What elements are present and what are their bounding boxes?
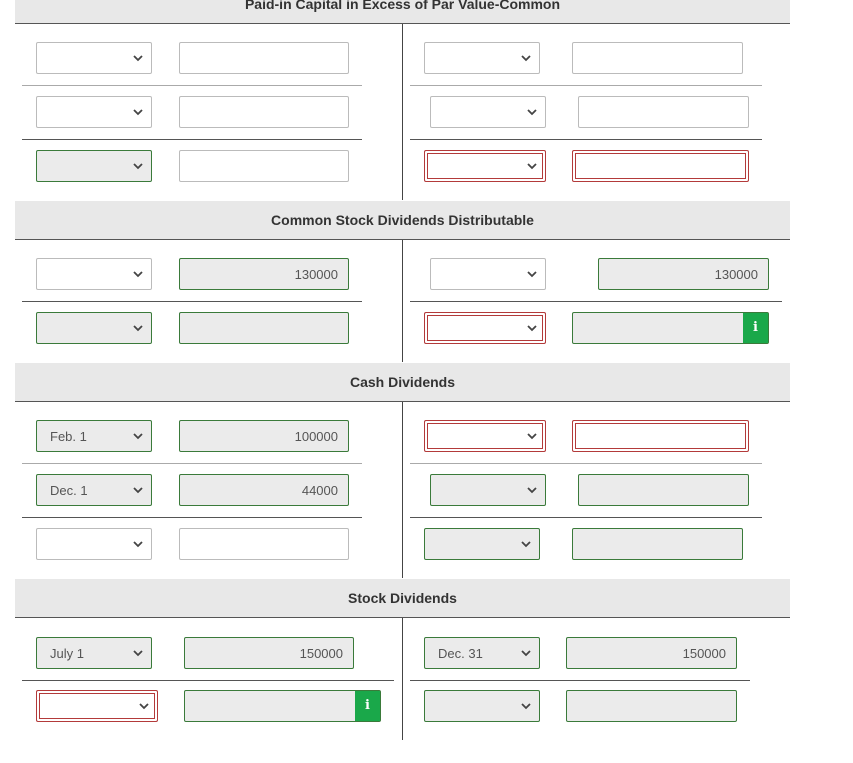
debit-date-select[interactable] bbox=[36, 150, 152, 182]
credit-amount-input[interactable] bbox=[566, 690, 737, 722]
debit-amount-input[interactable] bbox=[179, 528, 349, 560]
row-divider bbox=[410, 139, 762, 140]
chevron-down-icon bbox=[133, 433, 143, 440]
chevron-down-icon bbox=[139, 703, 149, 710]
section-title-stock-dividends: Stock Dividends bbox=[15, 579, 790, 618]
chevron-down-icon bbox=[133, 650, 143, 657]
section-title-paid-in-capital: Paid-in Capital in Excess of Par Value-C… bbox=[15, 0, 790, 24]
chevron-down-icon bbox=[133, 109, 143, 116]
debit-date-select[interactable] bbox=[36, 96, 152, 128]
section-title-cash-dividends: Cash Dividends bbox=[15, 363, 790, 402]
chevron-down-icon bbox=[133, 325, 143, 332]
info-icon[interactable]: i bbox=[355, 691, 380, 721]
t-account-divider bbox=[402, 402, 403, 578]
credit-amount-input[interactable] bbox=[578, 96, 749, 128]
row-divider bbox=[22, 463, 362, 464]
credit-amount-value: 150000 bbox=[682, 646, 726, 661]
credit-amount-input[interactable] bbox=[572, 150, 749, 182]
chevron-down-icon bbox=[527, 271, 537, 278]
debit-amount-value: 100000 bbox=[294, 429, 338, 444]
debit-date-select[interactable] bbox=[36, 312, 152, 344]
debit-date-value: Feb. 1 bbox=[50, 429, 87, 444]
row-divider bbox=[22, 85, 362, 86]
debit-amount-input[interactable]: 150000 bbox=[184, 637, 354, 669]
debit-amount-input[interactable]: i bbox=[184, 690, 381, 722]
debit-amount-input[interactable] bbox=[179, 42, 349, 74]
debit-amount-input[interactable] bbox=[179, 150, 349, 182]
credit-date-select[interactable] bbox=[424, 42, 540, 74]
chevron-down-icon bbox=[133, 55, 143, 62]
row-divider bbox=[22, 517, 362, 518]
debit-date-select[interactable] bbox=[36, 42, 152, 74]
debit-date-value: July 1 bbox=[50, 646, 84, 661]
debit-date-select[interactable] bbox=[36, 690, 158, 722]
debit-date-select[interactable]: Feb. 1 bbox=[36, 420, 152, 452]
credit-amount-input[interactable]: i bbox=[572, 312, 769, 344]
chevron-down-icon bbox=[527, 487, 537, 494]
credit-date-select[interactable] bbox=[424, 420, 546, 452]
row-divider bbox=[22, 139, 362, 140]
debit-date-select[interactable]: Dec. 1 bbox=[36, 474, 152, 506]
debit-date-select[interactable] bbox=[36, 258, 152, 290]
row-divider bbox=[410, 680, 750, 681]
t-account-divider bbox=[402, 24, 403, 200]
t-account-divider bbox=[402, 618, 403, 740]
debit-amount-value: 130000 bbox=[294, 267, 338, 282]
credit-date-select[interactable] bbox=[424, 312, 546, 344]
debit-amount-value: 150000 bbox=[299, 646, 343, 661]
chevron-down-icon bbox=[133, 163, 143, 170]
section-title-dividends-distributable: Common Stock Dividends Distributable bbox=[15, 201, 790, 240]
chevron-down-icon bbox=[521, 650, 531, 657]
chevron-down-icon bbox=[527, 325, 537, 332]
credit-date-select[interactable] bbox=[424, 690, 540, 722]
row-divider bbox=[410, 301, 782, 302]
credit-amount-input[interactable] bbox=[572, 420, 749, 452]
credit-amount-input[interactable] bbox=[572, 42, 743, 74]
debit-amount-input[interactable] bbox=[179, 96, 349, 128]
debit-amount-input[interactable]: 100000 bbox=[179, 420, 349, 452]
chevron-down-icon bbox=[527, 433, 537, 440]
credit-date-select[interactable]: Dec. 31 bbox=[424, 637, 540, 669]
credit-date-select[interactable] bbox=[424, 150, 546, 182]
row-divider bbox=[22, 301, 362, 302]
credit-date-value: Dec. 31 bbox=[438, 646, 483, 661]
chevron-down-icon bbox=[521, 703, 531, 710]
chevron-down-icon bbox=[133, 271, 143, 278]
credit-date-select[interactable] bbox=[424, 528, 540, 560]
credit-date-select[interactable] bbox=[430, 96, 546, 128]
info-icon[interactable]: i bbox=[743, 313, 768, 343]
credit-date-select[interactable] bbox=[430, 474, 546, 506]
credit-date-select[interactable] bbox=[430, 258, 546, 290]
credit-amount-value: 130000 bbox=[714, 267, 758, 282]
chevron-down-icon bbox=[527, 163, 537, 170]
row-divider bbox=[410, 85, 762, 86]
row-divider bbox=[22, 680, 394, 681]
credit-amount-input[interactable] bbox=[572, 528, 743, 560]
chevron-down-icon bbox=[521, 541, 531, 548]
credit-amount-input[interactable] bbox=[578, 474, 749, 506]
debit-amount-input[interactable] bbox=[179, 312, 349, 344]
t-account-divider bbox=[402, 240, 403, 362]
row-divider bbox=[410, 463, 762, 464]
debit-date-value: Dec. 1 bbox=[50, 483, 88, 498]
row-divider bbox=[410, 517, 762, 518]
chevron-down-icon bbox=[527, 109, 537, 116]
debit-amount-value: 44000 bbox=[301, 483, 338, 498]
debit-date-select[interactable]: July 1 bbox=[36, 637, 152, 669]
chevron-down-icon bbox=[133, 487, 143, 494]
chevron-down-icon bbox=[521, 55, 531, 62]
credit-amount-input[interactable]: 130000 bbox=[598, 258, 769, 290]
debit-amount-input[interactable]: 130000 bbox=[179, 258, 349, 290]
debit-date-select[interactable] bbox=[36, 528, 152, 560]
chevron-down-icon bbox=[133, 541, 143, 548]
debit-amount-input[interactable]: 44000 bbox=[179, 474, 349, 506]
credit-amount-input[interactable]: 150000 bbox=[566, 637, 737, 669]
